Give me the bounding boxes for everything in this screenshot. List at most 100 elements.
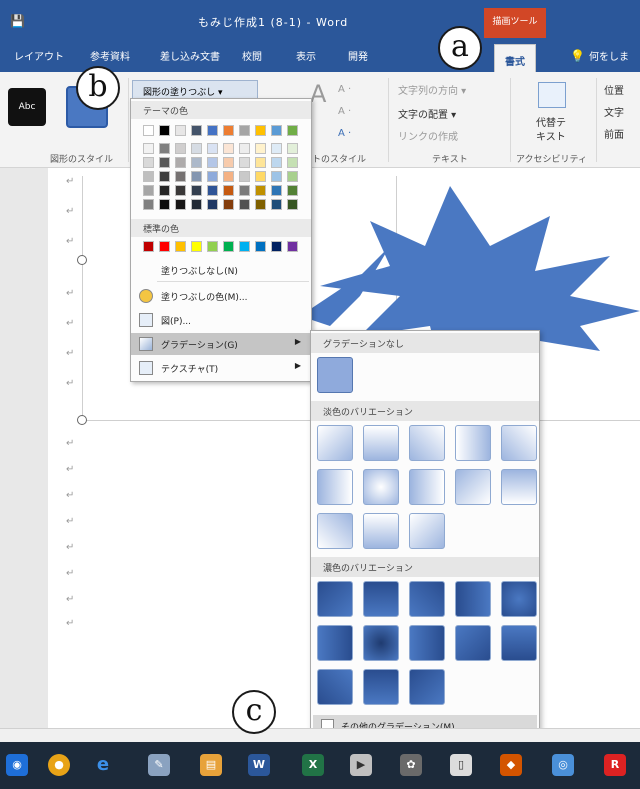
dark-gradient-tile[interactable] xyxy=(409,625,445,661)
light-gradient-tile[interactable] xyxy=(317,513,353,549)
standard-color-swatch[interactable] xyxy=(207,241,218,252)
word-taskbar-icon[interactable]: W xyxy=(248,754,270,776)
wrap-text-button[interactable]: 文字 xyxy=(604,104,624,119)
dark-gradient-tile[interactable] xyxy=(409,669,445,705)
theme-shade-swatch[interactable] xyxy=(239,185,250,196)
theme-shade-swatch[interactable] xyxy=(223,157,234,168)
tab-format[interactable]: 書式 xyxy=(494,44,536,72)
align-text-button[interactable]: 文字の配置 ▾ xyxy=(398,106,456,121)
tab-view[interactable]: 表示 xyxy=(296,48,316,63)
theme-shade-swatch[interactable] xyxy=(191,143,202,154)
light-gradient-tile[interactable] xyxy=(501,425,537,461)
theme-shade-swatch[interactable] xyxy=(287,171,298,182)
light-gradient-tile[interactable] xyxy=(363,469,399,505)
theme-shade-swatch[interactable] xyxy=(175,171,186,182)
light-gradient-tile[interactable] xyxy=(455,425,491,461)
theme-shade-swatch[interactable] xyxy=(175,185,186,196)
standard-color-swatch[interactable] xyxy=(239,241,250,252)
theme-shade-swatch[interactable] xyxy=(255,185,266,196)
theme-shade-swatch[interactable] xyxy=(287,157,298,168)
light-gradient-tile[interactable] xyxy=(317,425,353,461)
excel-taskbar-icon[interactable]: X xyxy=(302,754,324,776)
tab-developer[interactable]: 開発 xyxy=(348,48,368,63)
theme-shade-swatch[interactable] xyxy=(191,185,202,196)
theme-color-swatch[interactable] xyxy=(175,125,186,136)
theme-color-swatch[interactable] xyxy=(191,125,202,136)
dark-gradient-tile[interactable] xyxy=(317,581,353,617)
no-fill-item[interactable]: 塗りつぶしなし(N) xyxy=(131,259,311,281)
theme-shade-swatch[interactable] xyxy=(255,157,266,168)
dark-gradient-tile[interactable] xyxy=(455,581,491,617)
theme-shade-swatch[interactable] xyxy=(143,143,154,154)
app2-icon[interactable]: ◆ xyxy=(500,754,522,776)
theme-shade-swatch[interactable] xyxy=(143,185,154,196)
theme-shade-swatch[interactable] xyxy=(159,143,170,154)
dark-gradient-tile[interactable] xyxy=(455,625,491,661)
text-direction-button[interactable]: 文字列の方向 ▾ xyxy=(398,82,466,97)
ie-icon[interactable]: e xyxy=(92,754,114,776)
standard-color-swatch[interactable] xyxy=(223,241,234,252)
gradient-fill-item[interactable]: グラデーション(G) ▶ xyxy=(131,333,311,355)
light-gradient-tile[interactable] xyxy=(317,469,353,505)
shape-fill-button[interactable]: 図形の塗りつぶし ▾ xyxy=(132,80,258,100)
dark-gradient-tile[interactable] xyxy=(501,581,537,617)
theme-shade-swatch[interactable] xyxy=(223,185,234,196)
theme-shade-swatch[interactable] xyxy=(207,157,218,168)
texture-fill-item[interactable]: テクスチャ(T) ▶ xyxy=(131,357,311,379)
theme-color-swatch[interactable] xyxy=(255,125,266,136)
light-gradient-tile[interactable] xyxy=(409,513,445,549)
tab-references[interactable]: 参考資料 xyxy=(90,48,130,63)
theme-shade-swatch[interactable] xyxy=(207,171,218,182)
theme-color-swatch[interactable] xyxy=(143,125,154,136)
photo-icon[interactable]: ✿ xyxy=(400,754,422,776)
theme-shade-swatch[interactable] xyxy=(207,199,218,210)
text-fill-icon[interactable]: A · xyxy=(338,84,351,95)
dark-gradient-tile[interactable] xyxy=(363,669,399,705)
light-gradient-tile[interactable] xyxy=(455,469,491,505)
app-icon[interactable]: ✎ xyxy=(148,754,170,776)
theme-color-swatch[interactable] xyxy=(287,125,298,136)
text-effects-icon[interactable]: A · xyxy=(338,128,351,139)
theme-shade-swatch[interactable] xyxy=(159,157,170,168)
more-fill-colors-item[interactable]: 塗りつぶしの色(M)... xyxy=(131,285,311,307)
tab-mailings[interactable]: 差し込み文書 xyxy=(160,48,220,63)
theme-shade-swatch[interactable] xyxy=(159,199,170,210)
standard-color-swatch[interactable] xyxy=(255,241,266,252)
standard-color-swatch[interactable] xyxy=(159,241,170,252)
shape-style-preset-black[interactable]: Abc xyxy=(8,88,46,126)
theme-shade-swatch[interactable] xyxy=(239,171,250,182)
network-icon[interactable]: ◎ xyxy=(552,754,574,776)
theme-shade-swatch[interactable] xyxy=(239,143,250,154)
bring-forward-button[interactable]: 前面 xyxy=(604,126,624,141)
theme-shade-swatch[interactable] xyxy=(175,143,186,154)
theme-shade-swatch[interactable] xyxy=(255,199,266,210)
tab-layout[interactable]: レイアウト xyxy=(14,48,64,63)
resize-handle[interactable] xyxy=(77,255,87,265)
light-gradient-tile[interactable] xyxy=(363,513,399,549)
theme-color-swatch[interactable] xyxy=(207,125,218,136)
light-gradient-tile[interactable] xyxy=(501,469,537,505)
theme-shade-swatch[interactable] xyxy=(207,143,218,154)
chrome-icon[interactable]: ● xyxy=(48,754,70,776)
resize-handle[interactable] xyxy=(77,415,87,425)
theme-shade-swatch[interactable] xyxy=(159,171,170,182)
no-gradient-tile[interactable] xyxy=(317,357,353,393)
theme-color-swatch[interactable] xyxy=(159,125,170,136)
light-gradient-tile[interactable] xyxy=(409,469,445,505)
theme-shade-swatch[interactable] xyxy=(207,185,218,196)
standard-color-swatch[interactable] xyxy=(271,241,282,252)
start-icon[interactable]: ◉ xyxy=(6,754,28,776)
text-outline-icon[interactable]: A · xyxy=(338,106,351,117)
theme-shade-swatch[interactable] xyxy=(255,143,266,154)
app3-icon[interactable]: R xyxy=(604,754,626,776)
create-link-button[interactable]: リンクの作成 xyxy=(398,128,458,143)
theme-shade-swatch[interactable] xyxy=(143,171,154,182)
theme-shade-swatch[interactable] xyxy=(143,199,154,210)
theme-shade-swatch[interactable] xyxy=(271,171,282,182)
dark-gradient-tile[interactable] xyxy=(409,581,445,617)
theme-shade-swatch[interactable] xyxy=(223,199,234,210)
picture-fill-item[interactable]: 図(P)... xyxy=(131,309,311,331)
save-icon[interactable]: 💾 xyxy=(10,14,25,28)
dark-gradient-tile[interactable] xyxy=(363,581,399,617)
alt-text-icon[interactable] xyxy=(538,82,566,108)
